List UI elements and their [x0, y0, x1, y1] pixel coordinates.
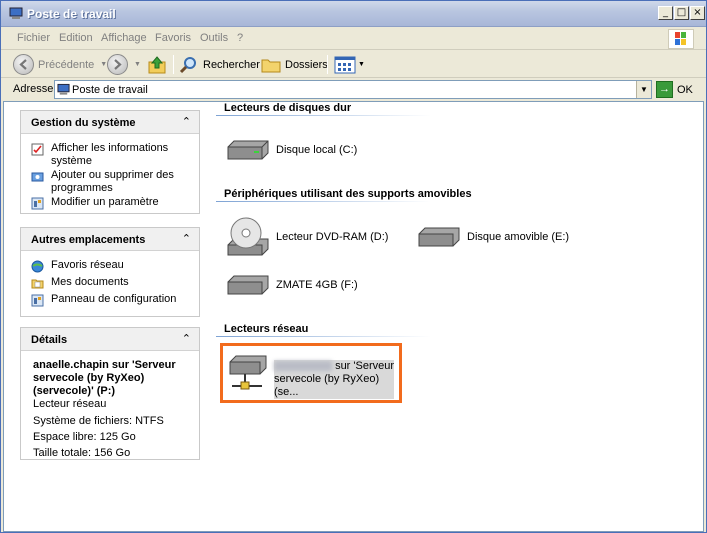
place-network[interactable]: Favoris réseau [21, 259, 199, 273]
drive-f[interactable]: ZMATE 4GB (F:) [226, 270, 358, 300]
menu-edition[interactable]: Edition [59, 32, 93, 44]
menu-favoris[interactable]: Favoris [155, 32, 191, 44]
title-bar[interactable]: Poste de travail _ □ × [1, 1, 706, 27]
control-panel-icon [31, 197, 44, 210]
details-free-space: Espace libre: 125 Go [33, 431, 136, 443]
go-button[interactable]: → OK [656, 80, 693, 99]
other-places-header[interactable]: Autres emplacements ⌃ [21, 228, 199, 251]
add-remove-programs-icon [31, 172, 44, 182]
address-input[interactable]: Poste de travail ▼ [54, 80, 652, 99]
section-hard-drives: Lecteurs de disques dur [224, 102, 352, 114]
section-divider [216, 115, 431, 116]
section-network: Lecteurs réseau [224, 323, 309, 335]
back-button[interactable]: Précédente ▼ [13, 53, 107, 76]
details-type: Lecteur réseau [33, 398, 107, 410]
drive-p-network[interactable] [228, 352, 268, 394]
control-panel-icon [31, 294, 44, 307]
drive-e[interactable]: Disque amovible (E:) [417, 222, 569, 252]
task-add-remove-programs[interactable]: Ajouter ou supprimer des programmes [21, 169, 199, 195]
views-icon [334, 56, 356, 73]
section-removable: Périphériques utilisant des supports amo… [224, 188, 472, 200]
network-drive-label[interactable]: sur 'Serveur servecole (by RyXeo) (se... [274, 360, 394, 399]
address-dropdown-icon[interactable]: ▼ [636, 81, 651, 98]
computer-icon [9, 7, 23, 19]
task-view-system-info[interactable]: Afficher les informations système [21, 142, 199, 168]
system-tasks-header[interactable]: Gestion du système ⌃ [21, 111, 199, 134]
close-button[interactable]: × [690, 6, 705, 20]
system-info-icon [31, 143, 44, 156]
hard-drive-icon [227, 140, 269, 160]
task-change-setting[interactable]: Modifier un paramètre [21, 196, 199, 210]
menu-outils[interactable]: Outils [200, 32, 228, 44]
go-arrow-icon: → [656, 81, 673, 98]
back-arrow-icon [13, 54, 34, 75]
drives-pane: Lecteurs de disques dur Disque local (C:… [210, 102, 703, 531]
section-divider [216, 336, 431, 337]
collapse-icon[interactable]: ⌃ [182, 232, 191, 245]
folder-up-icon [148, 55, 166, 73]
details-panel: Détails ⌃ anaelle.chapin sur 'Serveur se… [20, 327, 200, 460]
details-name: anaelle.chapin sur 'Serveur servecole (b… [33, 359, 176, 397]
search-icon [179, 56, 196, 73]
folders-button[interactable]: Dossiers [261, 53, 328, 76]
menu-help[interactable]: ? [237, 32, 243, 44]
minimize-button[interactable]: _ [658, 6, 673, 20]
up-button[interactable] [147, 53, 167, 76]
menu-bar: Fichier Edition Affichage Favoris Outils… [1, 28, 706, 50]
system-tasks-panel: Gestion du système ⌃ Afficher les inform… [20, 110, 200, 214]
address-bar: Adresse Poste de travail ▼ → OK [1, 79, 706, 100]
menu-fichier[interactable]: Fichier [17, 32, 50, 44]
window-title: Poste de travail [27, 7, 116, 21]
my-documents-icon [31, 279, 44, 289]
details-total-size: Taille totale: 156 Go [33, 447, 131, 459]
removable-drive-icon [227, 275, 269, 295]
views-dropdown-icon[interactable]: ▼ [358, 61, 365, 68]
details-header[interactable]: Détails ⌃ [21, 328, 199, 351]
toolbar-separator [173, 55, 174, 74]
drive-c[interactable]: Disque local (C:) [226, 135, 357, 165]
details-filesystem: Système de fichiers: NTFS [33, 415, 164, 427]
search-button[interactable]: Rechercher [179, 53, 260, 76]
explorer-window: Poste de travail _ □ × Fichier Edition A… [0, 0, 707, 533]
network-drive-icon [229, 355, 267, 390]
address-label: Adresse [13, 83, 54, 95]
section-divider [216, 201, 431, 202]
toolbar-separator [327, 55, 328, 74]
collapse-icon[interactable]: ⌃ [182, 332, 191, 345]
content-area: Gestion du système ⌃ Afficher les inform… [3, 101, 704, 532]
other-places-panel: Autres emplacements ⌃ Favoris réseau Mes… [20, 227, 200, 317]
forward-button[interactable]: ▼ [107, 53, 141, 76]
windows-logo-icon [668, 29, 694, 49]
details-body: anaelle.chapin sur 'Serveur servecole (b… [21, 351, 199, 468]
dvd-drive-icon [227, 217, 269, 256]
place-control-panel[interactable]: Panneau de configuration [21, 293, 199, 307]
views-button[interactable]: ▼ [334, 53, 365, 76]
network-places-icon [31, 260, 44, 273]
drive-d[interactable]: Lecteur DVD-RAM (D:) [226, 215, 388, 259]
toolbar: Précédente ▼ ▼ Rechercher Dossiers ▼ [1, 51, 706, 78]
menu-affichage[interactable]: Affichage [101, 32, 147, 44]
folder-icon [261, 59, 281, 72]
redacted-username [274, 361, 332, 372]
task-pane: Gestion du système ⌃ Afficher les inform… [4, 102, 210, 531]
forward-arrow-icon [107, 54, 128, 75]
maximize-button[interactable]: □ [674, 6, 689, 20]
place-documents[interactable]: Mes documents [21, 276, 199, 289]
removable-drive-icon [418, 227, 460, 247]
collapse-icon[interactable]: ⌃ [182, 115, 191, 128]
computer-icon [57, 83, 70, 95]
forward-dropdown-icon[interactable]: ▼ [134, 61, 141, 68]
